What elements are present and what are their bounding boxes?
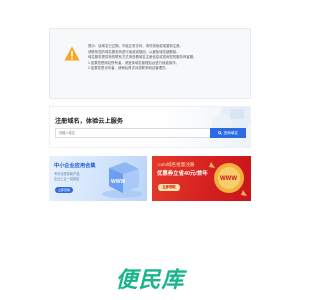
banner-title: 中小企业应用合集 [54,163,96,169]
warning-icon [64,46,80,61]
banner-title: .com域名批量注册 [157,162,195,167]
claim-now-button[interactable]: 立即领取 [158,184,180,191]
www-label: WWW [220,176,237,182]
banner-subtitle: 企业上云一站搞定 [54,177,80,181]
site-logo: 便民库 [115,268,185,293]
expired-notice-panel: 提示：该域名已过期，不能正常访问，请尽快续费或重新注册。 请联系您的域名服务商进… [49,28,251,99]
search-title: 注册域名，体验云上服务 [55,118,124,125]
search-button-label: 查询域名 [223,130,238,135]
view-now-button[interactable]: 立即查看 [55,187,73,193]
notice-text: 提示：该域名已过期，不能正常访问，请尽快续费或重新注册。 请联系您的域名服务商进… [88,44,248,72]
domain-search-panel: 注册域名，体验云上服务 查询域名 [49,106,251,148]
search-row: 查询域名 [55,128,246,138]
notice-line: 2.如果您是访问者，请稍后再访问或联系网站管理员。 [88,66,169,71]
com-domain-banner[interactable]: .com域名批量注册 优惠券立省40元/首年 立即领取 WWW [152,156,251,201]
www-badge-illustration: WWW [209,162,247,196]
search-domain-button[interactable]: 查询域名 [210,128,246,138]
domain-search-input[interactable] [55,128,210,138]
www-cube-illustration: WWW [102,162,142,198]
sme-apps-banner[interactable]: 中小企业应用合集 专享优惠多款产品 企业上云一站搞定 立即查看 WWW [49,156,147,201]
search-icon [218,131,222,135]
www-label: WWW [111,179,125,185]
